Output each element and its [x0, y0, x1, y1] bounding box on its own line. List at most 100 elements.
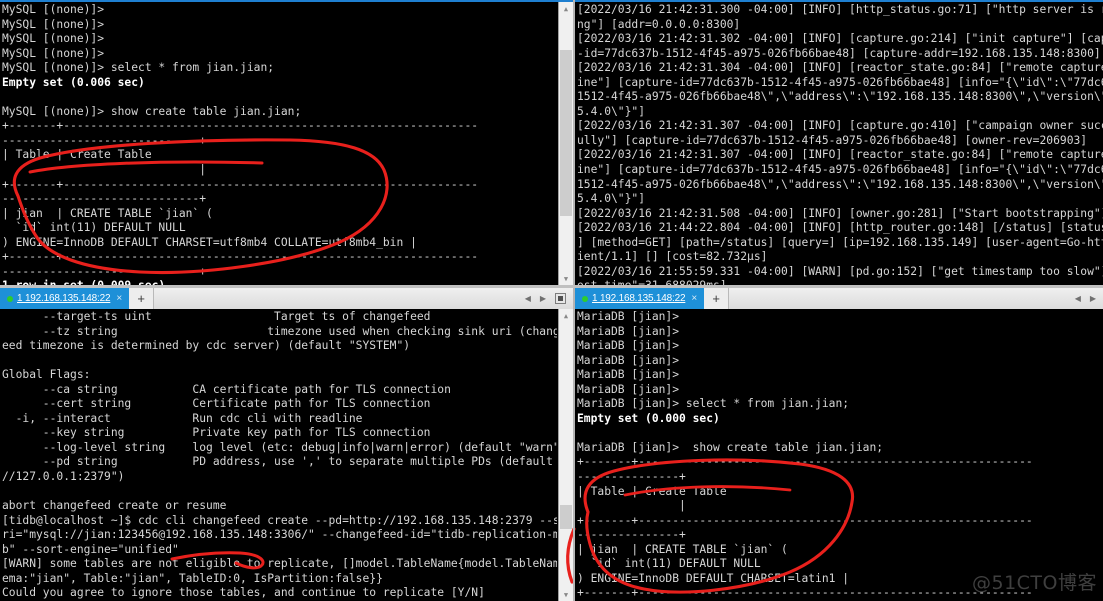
terminal-line: [2022/03/16 21:42:31.304 -04:00] [INFO] … — [577, 61, 1103, 75]
tab-label: 1 192.168.135.148:22 — [592, 293, 686, 304]
scroll-up-arrow-icon[interactable]: ▲ — [559, 2, 573, 15]
tab-scroll-right-icon[interactable]: ▶ — [1090, 294, 1096, 303]
close-tab-icon[interactable]: × — [689, 293, 699, 304]
terminal-line: MariaDB [jian]> — [577, 310, 686, 323]
pane-divider-horizontal[interactable] — [0, 285, 1103, 288]
panel-mysql-tidb[interactable]: MySQL [(none)]> MySQL [(none)]> MySQL [(… — [0, 0, 573, 285]
watermark: @51CTO博客 — [971, 572, 1097, 594]
panel-ticdc-log[interactable]: [2022/03/16 21:42:31.300 -04:00] [INFO] … — [575, 0, 1103, 285]
terminal-line: +-------+-------------------------------… — [2, 119, 479, 133]
terminal-line: | Table | Create Table — [2, 148, 152, 162]
terminal-line: -----------------------------+ — [2, 133, 207, 147]
terminal-line: [2022/03/16 21:42:31.307 -04:00] [INFO] … — [577, 119, 1103, 133]
new-tab-button[interactable]: + — [129, 288, 155, 309]
terminal-line: MariaDB [jian]> — [577, 339, 686, 353]
terminal-line: ine"] [capture-id=77dc637b-1512-4f45-a97… — [577, 75, 1103, 89]
terminal-line: b" --sort-engine="unified" — [2, 542, 179, 556]
new-tab-button[interactable]: + — [704, 288, 730, 309]
terminal-line: [2022/03/16 21:42:31.302 -04:00] [INFO] … — [577, 32, 1103, 46]
terminal-line: [2022/03/16 21:55:59.331 -04:00] [WARN] … — [577, 264, 1103, 278]
terminal-line: --cert string Certificate path for TLS c… — [2, 397, 431, 411]
pane-divider-vertical-bottom[interactable] — [573, 288, 575, 601]
tabbar-controls[interactable]: ◀ ▶ — [1075, 288, 1103, 309]
tab-list-dropdown-icon[interactable] — [555, 293, 566, 304]
tabbar-filler — [154, 288, 525, 309]
tab-scroll-right-icon[interactable]: ▶ — [540, 294, 546, 303]
terminal-line: | Table | Create Table — [577, 484, 727, 498]
terminal-line: 5.4.0\"}"] — [577, 192, 646, 206]
terminal-line: [2022/03/16 21:42:31.307 -04:00] [INFO] … — [577, 148, 1103, 162]
terminal-line: --tz string timezone used when checking … — [2, 324, 557, 338]
terminal-line: abort changefeed create or resume — [2, 499, 227, 513]
terminal-output-mysql-tidb[interactable]: MySQL [(none)]> MySQL [(none)]> MySQL [(… — [0, 2, 557, 285]
terminal-output-ticdc-log[interactable]: [2022/03/16 21:42:31.300 -04:00] [INFO] … — [575, 2, 1103, 285]
close-tab-icon[interactable]: × — [114, 293, 124, 304]
scrollbar-vertical-cdc-cli[interactable]: ▲ ▼ — [558, 309, 573, 601]
terminal-line: | — [577, 499, 686, 513]
tabbar-cdc-cli[interactable]: 1 192.168.135.148:22 × + ◀ ▶ — [0, 288, 573, 310]
terminal-line: MariaDB [jian]> — [577, 368, 686, 382]
tabbar-filler — [729, 288, 1075, 309]
panel-cdc-cli[interactable]: 1 192.168.135.148:22 × + ◀ ▶ --target-ts… — [0, 288, 573, 601]
terminal-line: MySQL [(none)]> show create table jian.j… — [2, 104, 302, 118]
terminal-line: //127.0.0.1:2379") — [2, 470, 125, 484]
terminal-line: 1512-4f45-a975-026fb66bae48\",\"address\… — [577, 177, 1103, 191]
terminal-line: MySQL [(none)]> — [2, 46, 111, 60]
terminal-line: --target-ts uint Target ts of changefeed — [2, 310, 431, 323]
terminal-line: MySQL [(none)]> — [2, 3, 111, 16]
terminal-line: +-------+-------------------------------… — [2, 177, 479, 191]
connection-status-dot-icon — [582, 295, 588, 302]
terminal-line: MySQL [(none)]> — [2, 32, 111, 46]
tab-session-cdc-cli[interactable]: 1 192.168.135.148:22 × — [0, 288, 130, 309]
terminal-line: | — [2, 163, 207, 177]
terminal-line: 5.4.0\"}"] — [577, 104, 646, 118]
tab-scroll-left-icon[interactable]: ◀ — [1075, 294, 1081, 303]
terminal-line: --ca string CA certificate path for TLS … — [2, 382, 451, 396]
scroll-up-arrow-icon[interactable]: ▲ — [559, 309, 573, 322]
terminal-line: Empty set (0.000 sec) — [577, 411, 720, 425]
terminal-line: Empty set (0.006 sec) — [2, 75, 145, 89]
connection-status-dot-icon — [7, 295, 13, 302]
tab-label: 1 192.168.135.148:22 — [17, 293, 111, 304]
terminal-line: ] [method=GET] [path=/status] [query=] [… — [577, 235, 1103, 249]
terminal-line: +-------+-------------------------------… — [577, 455, 1033, 469]
terminal-line: ---------------+ — [577, 470, 686, 484]
terminal-line: +-------+-------------------------------… — [577, 513, 1033, 527]
terminal-line: | jian | CREATE TABLE `jian` ( — [2, 206, 213, 220]
terminal-line: MariaDB [jian]> — [577, 382, 686, 396]
terminal-line: MySQL [(none)]> select * from jian.jian; — [2, 61, 275, 75]
terminal-line: `id` int(11) DEFAULT NULL — [2, 221, 186, 235]
tab-session-mariadb[interactable]: 1 192.168.135.148:22 × — [575, 288, 705, 309]
pane-divider-vertical[interactable] — [573, 0, 575, 285]
terminal-line: | jian | CREATE TABLE `jian` ( — [577, 542, 788, 556]
scrollbar-thumb[interactable] — [560, 505, 572, 529]
scrollbar-thumb[interactable] — [560, 50, 572, 216]
scrollbar-vertical-mysql-tidb[interactable]: ▲ ▼ — [558, 2, 573, 285]
terminal-line: --pd string PD address, use ',' to separ… — [2, 455, 557, 469]
tabbar-mariadb[interactable]: 1 192.168.135.148:22 × + ◀ ▶ — [575, 288, 1103, 310]
scroll-down-arrow-icon[interactable]: ▼ — [559, 272, 573, 285]
terminal-line: eed timezone is determined by cdc server… — [2, 339, 411, 353]
panel-mariadb[interactable]: 1 192.168.135.148:22 × + ◀ ▶ MariaDB [ji… — [575, 288, 1103, 601]
scroll-down-arrow-icon[interactable]: ▼ — [559, 588, 573, 601]
terminal-line: Global Flags: — [2, 368, 91, 382]
terminal-line: ema:"jian", Table:"jian", TableID:0, IsP… — [2, 571, 383, 585]
terminal-line: ient/1.1] [] [cost=82.732µs] — [577, 250, 768, 264]
terminal-line: -id=77dc637b-1512-4f45-a975-026fb66bae48… — [577, 46, 1101, 60]
terminal-output-cdc-cli[interactable]: --target-ts uint Target ts of changefeed… — [0, 309, 557, 601]
terminal-line: MySQL [(none)]> — [2, 17, 111, 31]
tab-scroll-left-icon[interactable]: ◀ — [525, 294, 531, 303]
terminal-line: --log-level string log level (etc: debug… — [2, 440, 557, 454]
terminal-line: +-------+-------------------------------… — [2, 250, 479, 264]
terminal-line: -----------------------------+ — [2, 264, 207, 278]
terminal-line: ng"] [addr=0.0.0.0:8300] — [577, 17, 741, 31]
tabbar-controls[interactable]: ◀ ▶ — [525, 288, 573, 309]
terminal-line: MariaDB [jian]> — [577, 324, 686, 338]
terminal-line: ri="mysql://jian:123456@192.168.135.148:… — [2, 528, 557, 542]
terminal-output-mariadb[interactable]: MariaDB [jian]> MariaDB [jian]> MariaDB … — [575, 309, 1103, 601]
terminal-line: --key string Private key path for TLS co… — [2, 426, 431, 440]
